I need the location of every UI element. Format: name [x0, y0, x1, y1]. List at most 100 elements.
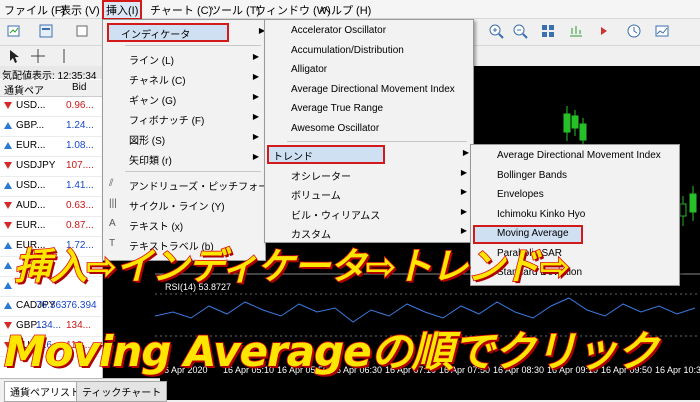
- period-clock-icon[interactable]: [626, 23, 642, 39]
- insert-menu-item[interactable]: ||| サイクル・ライン (Y): [103, 195, 265, 214]
- market-watch-header: 通貨ペア Bid: [0, 80, 102, 97]
- insert-menu-item[interactable]: チャネル (C) ▶: [103, 69, 265, 88]
- instruction-caption-line2: Moving Averageの順でクリック: [3, 326, 659, 377]
- bid-price: 1.41...: [66, 180, 94, 191]
- navigator-icon[interactable]: [74, 23, 90, 39]
- submenu-arrow-icon: ▶: [460, 206, 467, 216]
- menu-item-label: インディケータ: [121, 30, 191, 41]
- insert-menu-item[interactable]: フィボナッチ (F) ▶: [103, 109, 265, 128]
- indicator-menu-item[interactable]: Accumulation/Distribution: [265, 42, 473, 61]
- market-watch-row[interactable]: USDJPY 107....: [0, 157, 102, 177]
- indicator-menu-item[interactable]: トレンド ▶: [267, 145, 469, 164]
- zoom-in-icon[interactable]: [488, 23, 504, 39]
- market-watch-row[interactable]: CADJPY 76.363 76.394: [0, 297, 102, 317]
- indicator-menu-item[interactable]: ビル・ウィリアムス ▶: [265, 204, 473, 223]
- symbol-name: EUR...: [16, 140, 46, 151]
- menu-item-label: Average True Range: [291, 103, 384, 114]
- insert-menu-item[interactable]: インディケータ ▶: [107, 23, 265, 42]
- submenu-arrow-icon: ▶: [460, 226, 467, 235]
- indicator-menu-item[interactable]: オシレーター ▶: [265, 165, 473, 184]
- autoscroll-icon[interactable]: [596, 23, 612, 39]
- symbol-name: USDJPY: [16, 160, 56, 171]
- axis-tick-label: 16 Apr 10:30: [655, 365, 700, 375]
- menu-item-label: チャネル (C): [129, 76, 186, 87]
- tile-windows-icon[interactable]: [540, 23, 556, 39]
- indicator-menu-item[interactable]: ボリューム ▶: [265, 184, 473, 203]
- symbol-name: EUR...: [16, 220, 46, 231]
- menu-item-label: 図形 (S): [129, 136, 166, 147]
- indicator-menu-item[interactable]: Average Directional Movement Index: [265, 81, 473, 100]
- indicator-menu-item[interactable]: Awesome Oscillator: [265, 120, 473, 139]
- profiles-icon[interactable]: [38, 23, 54, 39]
- symbol-name: AUD...: [16, 200, 46, 211]
- market-watch-row[interactable]: AUD... 0.63...: [0, 197, 102, 217]
- ask-price: 76.394: [66, 300, 97, 311]
- menu-item-label: Ichimoku Kinko Hyo: [497, 208, 586, 220]
- arrow-down-icon: [4, 102, 12, 109]
- insert-menu-item[interactable]: 図形 (S) ▶: [103, 129, 265, 148]
- zoom-out-icon[interactable]: [512, 23, 528, 39]
- templates-icon[interactable]: [654, 23, 670, 39]
- market-watch-row[interactable]: GBP... 1.24...: [0, 117, 102, 137]
- menu-separator: [125, 45, 261, 46]
- submenu-arrow-icon: ▶: [462, 148, 469, 157]
- new-chart-icon[interactable]: [6, 23, 22, 39]
- drawing-toolbar: [0, 46, 110, 66]
- indicator-menu-item[interactable]: Accelerator Oscillator: [265, 22, 473, 41]
- arrow-up-icon: [4, 122, 12, 129]
- menu-item-label: ビル・ウィリアムス: [291, 210, 381, 222]
- vertical-line-icon[interactable]: [56, 48, 72, 64]
- symbol-name: USD...: [16, 100, 46, 111]
- menu-item-label: Awesome Oscillator: [291, 122, 380, 134]
- submenu-arrow-icon: ▶: [252, 112, 259, 121]
- chart-shift-icon[interactable]: [568, 23, 584, 39]
- menu-item-label: Bollinger Bands: [497, 169, 568, 181]
- insert-menu-item[interactable]: ⫽ アンドリューズ・ピッチフォーク (A): [103, 175, 294, 194]
- trend-menu-item[interactable]: Ichimoku Kinko Hyo: [471, 206, 679, 225]
- menu-item-label: Alligator: [291, 64, 328, 75]
- menu-item-label: テキスト (x): [129, 222, 184, 233]
- tab-tick-chart[interactable]: ティックチャート: [76, 381, 168, 402]
- insert-menu: インディケータ ▶ ライン (L) ▶ チャネル (C) ▶ ギャン (G) ▶ フィボナッチ …: [102, 19, 294, 261]
- arrow-up-icon: [4, 282, 12, 289]
- crosshair-icon[interactable]: [30, 48, 46, 64]
- menu-file[interactable]: ファイル (F): [4, 2, 65, 18]
- insert-menu-item[interactable]: ライン (L) ▶: [103, 49, 265, 68]
- market-watch-row[interactable]: USD... 0.96...: [0, 97, 102, 117]
- submenu-arrow-icon: ▶: [460, 167, 467, 177]
- menu-item-label: ギャン (G): [129, 96, 177, 107]
- menu-view[interactable]: 表示 (V): [60, 2, 100, 18]
- menu-chart[interactable]: チャート (C): [150, 2, 212, 18]
- indicator-menu-item[interactable]: Alligator: [265, 61, 473, 80]
- trend-menu-item[interactable]: Envelopes: [471, 186, 679, 205]
- market-watch-title: 気配値表示: 12:35:34: [0, 66, 102, 82]
- menu-insert[interactable]: 挿入(I): [101, 0, 143, 20]
- market-watch-row[interactable]: EUR... 0.87...: [0, 217, 102, 237]
- tab-symbols[interactable]: 通貨ペアリスト: [4, 381, 86, 402]
- submenu-arrow-icon: ▶: [252, 132, 259, 141]
- bid-price: 0.87...: [66, 220, 94, 231]
- submenu-arrow-icon: ▶: [252, 92, 259, 101]
- trend-menu-item[interactable]: Average Directional Movement Index: [471, 147, 679, 166]
- market-watch-row[interactable]: USD... 1.41...: [0, 177, 102, 197]
- menu-item-label: ボリューム: [291, 191, 341, 202]
- indicator-menu-item[interactable]: Average True Range: [265, 100, 473, 119]
- drawing-tool-icon: ⫽: [109, 178, 114, 189]
- menu-tools[interactable]: ツール (T): [210, 2, 260, 18]
- instruction-caption-line1: 挿入⇨インディケータ⇨トレンド⇨: [13, 244, 571, 289]
- menu-item-label: ライン (L): [129, 56, 174, 67]
- col-bid[interactable]: Bid: [72, 82, 86, 93]
- submenu-arrow-icon: ▶: [252, 72, 259, 81]
- menu-item-label: Accelerator Oscillator: [291, 25, 387, 36]
- menu-help[interactable]: ヘルプ (H): [320, 2, 371, 18]
- drawing-tool-icon: A: [109, 218, 116, 229]
- cursor-arrow-icon[interactable]: [6, 48, 22, 64]
- insert-menu-item[interactable]: A テキスト (x): [103, 215, 265, 234]
- menu-item-label: 矢印類 (r): [129, 156, 172, 167]
- trend-menu-item[interactable]: Bollinger Bands: [471, 167, 679, 186]
- col-symbol[interactable]: 通貨ペア: [4, 82, 44, 97]
- insert-menu-item[interactable]: ギャン (G) ▶: [103, 89, 265, 108]
- insert-menu-item[interactable]: 矢印類 (r) ▶: [103, 149, 265, 168]
- market-watch-row[interactable]: EUR... 1.08...: [0, 137, 102, 157]
- menu-separator: [287, 141, 467, 142]
